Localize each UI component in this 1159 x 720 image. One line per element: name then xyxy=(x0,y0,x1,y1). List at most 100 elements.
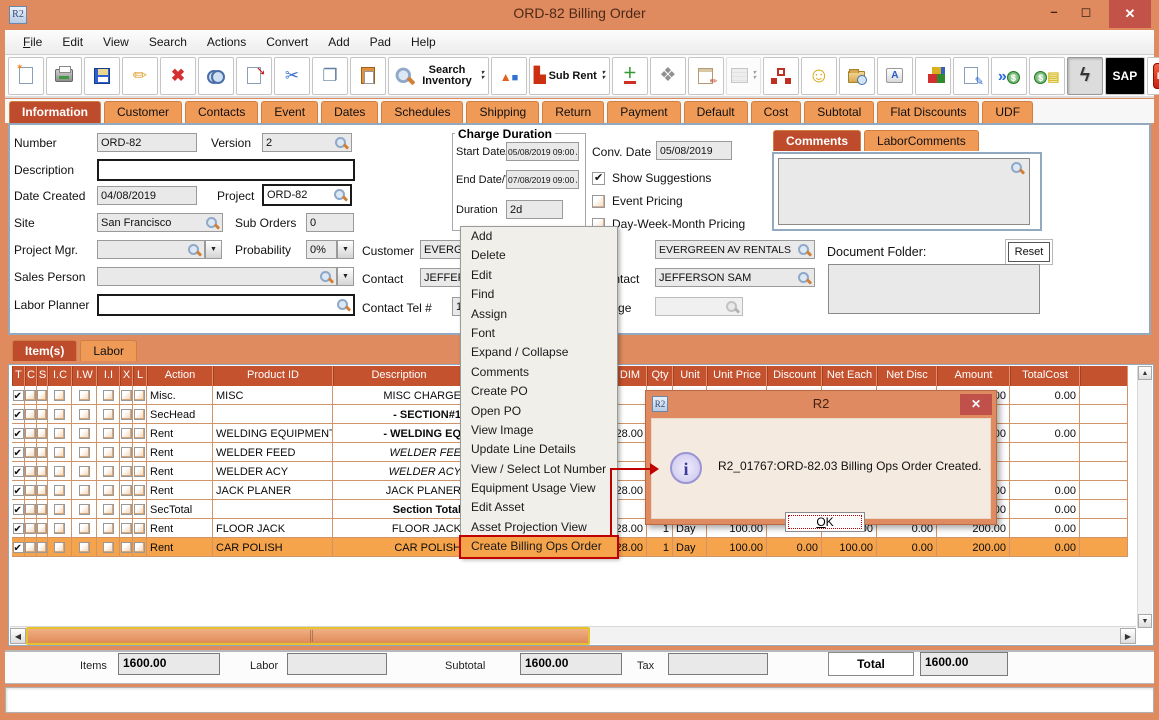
convert-shapes-button[interactable]: ▲■ xyxy=(491,57,527,95)
row-checkbox[interactable] xyxy=(37,542,47,553)
magnifier-icon[interactable] xyxy=(187,243,201,257)
duration-field[interactable]: 2d xyxy=(506,200,563,219)
cell[interactable] xyxy=(120,462,133,481)
probability-field[interactable]: 0% xyxy=(306,240,337,259)
column-header-amount[interactable]: Amount xyxy=(937,366,1010,386)
title-bar[interactable]: R2 ORD-82 Billing Order – ◻ ✕ xyxy=(0,0,1159,30)
column-header-l[interactable]: L xyxy=(133,366,147,386)
cell[interactable] xyxy=(12,500,25,519)
tab-dates[interactable]: Dates xyxy=(321,101,378,123)
tab-payment[interactable]: Payment xyxy=(607,101,680,123)
column-header-qty[interactable]: Qty xyxy=(647,366,673,386)
split-dropdown-icon[interactable]: ▾▾ xyxy=(602,71,605,81)
notepad-button[interactable] xyxy=(688,57,724,95)
row-checkbox[interactable] xyxy=(121,447,132,458)
row-checkbox[interactable] xyxy=(121,428,132,439)
row-checkbox[interactable] xyxy=(25,428,36,439)
project-mgr-field[interactable] xyxy=(97,240,205,259)
date-created-field[interactable]: 04/08/2019 xyxy=(97,186,197,205)
cell[interactable] xyxy=(133,405,147,424)
cell[interactable] xyxy=(37,481,48,500)
row-checkbox[interactable] xyxy=(121,466,132,477)
project-field[interactable]: ORD-82 xyxy=(262,184,352,206)
row-checkbox[interactable] xyxy=(79,428,90,439)
row-checkbox[interactable] xyxy=(79,523,90,534)
context-menu-item-delete[interactable]: Delete xyxy=(461,246,617,265)
sub-orders-field[interactable]: 0 xyxy=(306,213,354,232)
column-header-x[interactable]: X xyxy=(120,366,133,386)
row-checkbox[interactable] xyxy=(54,466,65,477)
row-checkbox[interactable] xyxy=(25,542,36,553)
row-checkbox[interactable] xyxy=(54,409,65,420)
row-checkbox[interactable] xyxy=(79,390,90,401)
column-header-t[interactable]: T xyxy=(12,366,25,386)
menu-item-actions[interactable]: Actions xyxy=(197,32,256,52)
scroll-down-icon[interactable]: ▼ xyxy=(1138,614,1152,628)
cell[interactable] xyxy=(25,538,37,557)
cell[interactable] xyxy=(72,443,97,462)
cell[interactable] xyxy=(133,443,147,462)
cell[interactable] xyxy=(25,386,37,405)
contact-name-field[interactable]: JEFFERSON SAM xyxy=(655,268,815,287)
tab-customer[interactable]: Customer xyxy=(104,101,182,123)
cell[interactable] xyxy=(72,519,97,538)
cell[interactable] xyxy=(120,538,133,557)
search-inventory-button[interactable]: Search Inventory ▾▾ xyxy=(388,57,489,95)
row-checkbox[interactable] xyxy=(13,504,24,515)
context-menu-item-add[interactable]: Add xyxy=(461,227,617,246)
row-checkbox[interactable] xyxy=(54,428,65,439)
dialog-close-button[interactable]: ✕ xyxy=(960,394,992,415)
row-checkbox[interactable] xyxy=(37,428,47,439)
close-button[interactable]: ✕ xyxy=(1109,0,1151,28)
copy-button[interactable]: ❐ xyxy=(312,57,348,95)
scroll-right-icon[interactable]: ▶ xyxy=(1120,628,1136,644)
row-checkbox[interactable] xyxy=(103,485,114,496)
context-menu-item-create-po[interactable]: Create PO xyxy=(461,382,617,401)
sub-rent-button[interactable]: ▙ Sub Rent ▾▾ xyxy=(529,57,610,95)
paste-button[interactable] xyxy=(350,57,386,95)
tab-schedules[interactable]: Schedules xyxy=(381,101,463,123)
row-checkbox[interactable] xyxy=(13,542,24,553)
context-menu-item-asset-projection-view[interactable]: Asset Projection View xyxy=(461,518,617,537)
cell[interactable] xyxy=(25,462,37,481)
cell[interactable] xyxy=(12,405,25,424)
cell[interactable] xyxy=(97,538,120,557)
row-checkbox[interactable] xyxy=(54,485,65,496)
row-checkbox[interactable] xyxy=(13,447,24,458)
row-checkbox[interactable] xyxy=(79,409,90,420)
magnifier-icon[interactable] xyxy=(1010,161,1024,175)
cell[interactable] xyxy=(37,424,48,443)
row-checkbox[interactable] xyxy=(121,409,132,420)
cut-button[interactable]: ✂ xyxy=(274,57,310,95)
row-checkbox[interactable] xyxy=(79,485,90,496)
row-checkbox[interactable] xyxy=(134,542,145,553)
reset-button[interactable]: Reset xyxy=(1008,242,1050,262)
cell[interactable] xyxy=(12,462,25,481)
row-checkbox[interactable] xyxy=(103,504,114,515)
sap-button[interactable]: SAP xyxy=(1105,57,1145,95)
row-checkbox[interactable] xyxy=(134,504,145,515)
magnifier-icon[interactable] xyxy=(797,271,811,285)
cell[interactable] xyxy=(97,462,120,481)
conv-date-field[interactable]: 05/08/2019 xyxy=(656,141,732,160)
cell[interactable] xyxy=(97,519,120,538)
column-header-description[interactable]: Description xyxy=(333,366,465,386)
cell[interactable] xyxy=(120,443,133,462)
column-header-blank[interactable] xyxy=(1080,366,1128,386)
cell[interactable] xyxy=(97,481,120,500)
cell[interactable] xyxy=(133,462,147,481)
cell[interactable] xyxy=(12,481,25,500)
cell[interactable] xyxy=(120,481,133,500)
vertical-scrollbar[interactable]: ▲ ▼ xyxy=(1137,366,1152,628)
column-header-s[interactable]: S xyxy=(37,366,48,386)
column-header-i-c[interactable]: I.C xyxy=(48,366,72,386)
row-checkbox[interactable] xyxy=(25,409,36,420)
cell[interactable] xyxy=(48,500,72,519)
site-field[interactable]: San Francisco xyxy=(97,213,223,232)
context-menu-item-view-select-lot-number[interactable]: View / Select Lot Number xyxy=(461,460,617,479)
row-checkbox[interactable] xyxy=(37,466,47,477)
row-checkbox[interactable] xyxy=(13,485,24,496)
add-line-button[interactable]: ＋ xyxy=(612,57,648,95)
cell[interactable] xyxy=(97,500,120,519)
context-menu-item-edit-asset[interactable]: Edit Asset xyxy=(461,498,617,517)
